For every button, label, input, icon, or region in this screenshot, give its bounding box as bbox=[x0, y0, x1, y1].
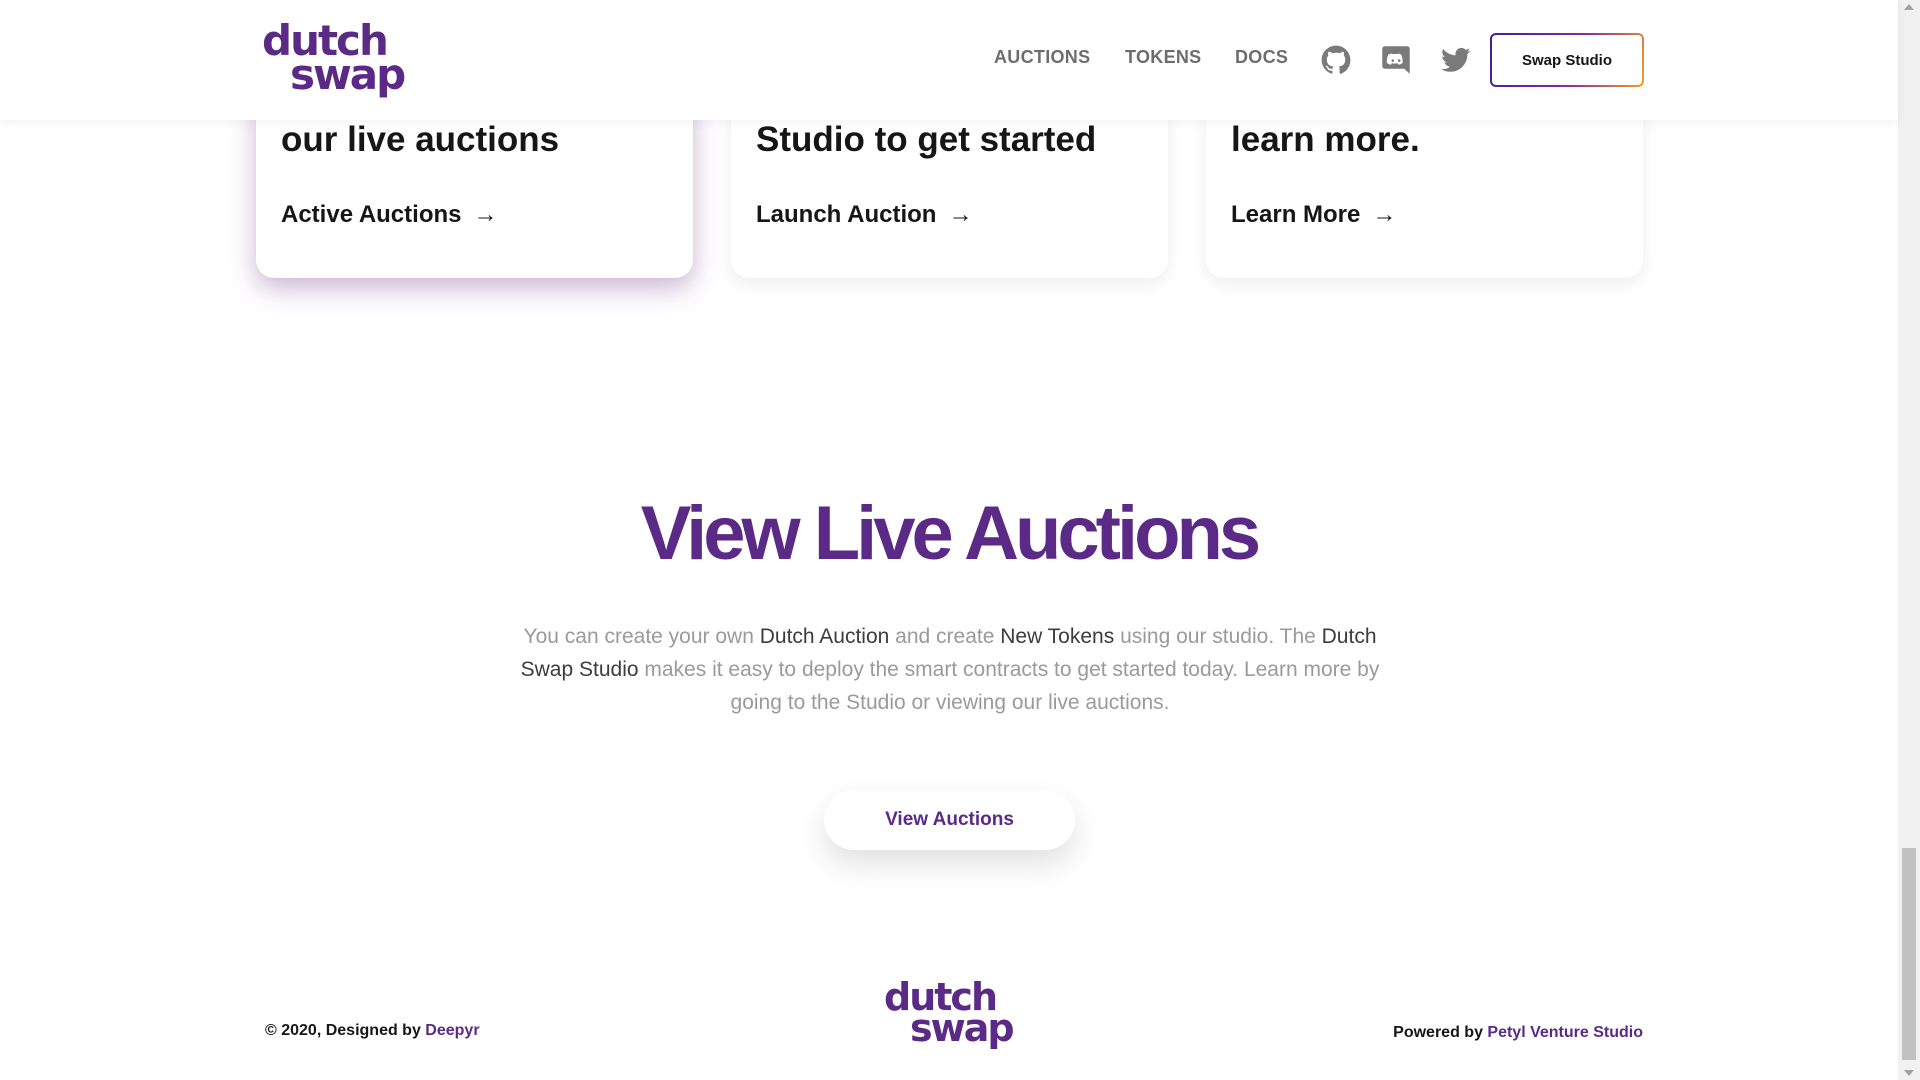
scroll-down-arrow-icon[interactable] bbox=[1904, 1070, 1914, 1076]
nav-tokens[interactable]: TOKENS bbox=[1125, 47, 1201, 68]
nav-auctions[interactable]: AUCTIONS bbox=[994, 47, 1090, 68]
learn-more-link[interactable]: Learn More → bbox=[1231, 201, 1396, 229]
petyl-link[interactable]: Petyl Venture Studio bbox=[1487, 1024, 1643, 1041]
desc-highlight-dutch-auction: Dutch Auction bbox=[759, 625, 890, 648]
footer-powered-by: Powered by Petyl Venture Studio bbox=[1393, 1024, 1643, 1042]
desc-text-2: and create bbox=[889, 625, 1001, 648]
active-auctions-link[interactable]: Active Auctions → bbox=[281, 201, 497, 229]
designer-link[interactable]: Deepyr bbox=[425, 1022, 479, 1039]
desc-text-1: You can create your own bbox=[523, 625, 760, 648]
card-heading: Studio to get started bbox=[756, 120, 1097, 159]
desc-text-3: using our studio. The bbox=[1114, 625, 1322, 648]
github-icon[interactable] bbox=[1321, 45, 1351, 75]
link-label: Active Auctions bbox=[281, 201, 462, 228]
section-title: View Live Auctions bbox=[640, 491, 1261, 576]
arrow-right-icon: → bbox=[473, 201, 498, 228]
site-header: dutch swap AUCTIONS TOKENS DOCS Swap Stu… bbox=[0, 0, 1898, 120]
discord-icon[interactable] bbox=[1381, 45, 1411, 75]
footer-copyright: © 2020, Designed by Deepyr bbox=[265, 1022, 480, 1040]
dutchswap-logo[interactable]: dutch swap bbox=[262, 19, 406, 96]
link-label: Launch Auction bbox=[756, 201, 937, 228]
section-description: You can create your own Dutch Auction an… bbox=[500, 620, 1400, 719]
swap-studio-label: Swap Studio bbox=[1492, 35, 1642, 85]
arrow-right-icon: → bbox=[1372, 201, 1397, 228]
view-auctions-button[interactable]: View Auctions bbox=[824, 790, 1075, 850]
link-label: Learn More bbox=[1231, 201, 1361, 228]
launch-auction-link[interactable]: Launch Auction → bbox=[756, 201, 972, 229]
arrow-right-icon: → bbox=[948, 201, 973, 228]
page-scrollbar[interactable] bbox=[1898, 0, 1920, 1080]
desc-text-4: makes it easy to deploy the smart contra… bbox=[638, 658, 1380, 714]
copyright-text: © 2020, Designed by bbox=[265, 1022, 426, 1039]
desc-highlight-new-tokens: New Tokens bbox=[1000, 625, 1115, 648]
scroll-up-arrow-icon[interactable] bbox=[1904, 4, 1914, 10]
twitter-icon[interactable] bbox=[1441, 45, 1471, 75]
swap-studio-button[interactable]: Swap Studio bbox=[1490, 33, 1644, 87]
footer-logo[interactable]: dutch swap bbox=[884, 978, 1015, 1047]
scroll-thumb[interactable] bbox=[1902, 848, 1916, 1060]
powered-by-text: Powered by bbox=[1393, 1024, 1488, 1041]
card-heading: our live auctions bbox=[281, 120, 560, 159]
card-heading: learn more. bbox=[1231, 120, 1420, 159]
nav-docs[interactable]: DOCS bbox=[1235, 47, 1288, 68]
